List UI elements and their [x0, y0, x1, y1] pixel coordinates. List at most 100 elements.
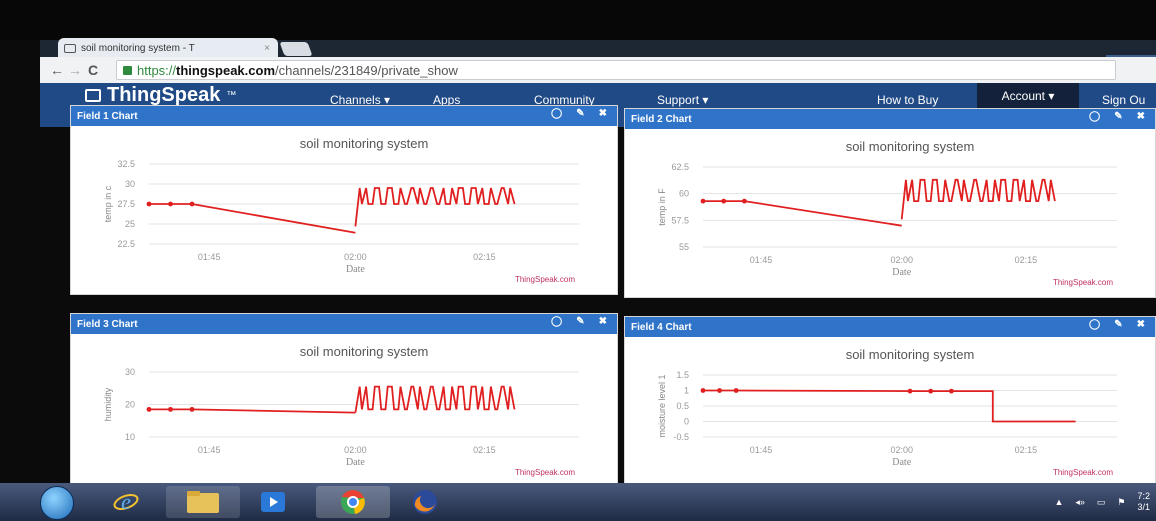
data-point	[168, 406, 173, 412]
x-tick-label: 02:15	[1015, 255, 1038, 265]
edit-icon[interactable]: ✎	[576, 108, 584, 119]
y-tick-label: 55	[679, 242, 689, 252]
close-icon[interactable]: ✖	[599, 108, 607, 119]
panel-title: Field 3 Chart	[77, 318, 138, 330]
comment-icon[interactable]: ◯	[1089, 319, 1100, 330]
nav-how-to-buy[interactable]: How to Buy	[877, 93, 938, 107]
comment-icon[interactable]: ◯	[551, 316, 562, 327]
clock-date: 3/1	[1137, 502, 1150, 512]
back-icon[interactable]: ←	[48, 62, 66, 78]
new-tab-button[interactable]	[279, 42, 313, 56]
close-icon[interactable]: ✖	[1137, 319, 1145, 330]
close-icon[interactable]: ✖	[599, 316, 607, 327]
media-player-icon[interactable]	[250, 486, 296, 518]
comment-icon[interactable]: ◯	[1089, 111, 1100, 122]
y-axis-label: moisture level 1	[657, 374, 667, 437]
y-tick-label: 22.5	[117, 239, 135, 249]
series-line	[703, 200, 902, 227]
clock-time: 7:2	[1137, 491, 1150, 501]
panel-title: Field 1 Chart	[77, 110, 138, 122]
chart-credit: ThingSpeak.com	[515, 468, 575, 477]
screen-bezel	[0, 0, 1156, 40]
firefox-icon[interactable]	[402, 486, 448, 518]
network-icon[interactable]: ▭	[1097, 497, 1106, 508]
series-line	[354, 187, 516, 227]
data-point	[928, 388, 934, 394]
series-line	[354, 385, 516, 413]
tab-close-button[interactable]: ×	[264, 43, 270, 54]
y-tick-label: 62.5	[671, 162, 689, 172]
browser-tab[interactable]: soil monitoring system - T ×	[58, 38, 278, 58]
chart-title: soil monitoring system	[300, 136, 429, 151]
edit-icon[interactable]: ✎	[1114, 111, 1122, 122]
y-tick-label: 0	[684, 417, 689, 427]
data-point	[700, 388, 706, 393]
data-point	[146, 201, 152, 207]
y-tick-label: 1	[684, 386, 689, 396]
data-point	[700, 198, 706, 204]
x-axis-label: Date	[346, 457, 365, 468]
y-tick-label: 30	[125, 179, 135, 189]
x-tick-label: 01:45	[198, 445, 221, 455]
data-point	[189, 406, 195, 412]
comment-icon[interactable]: ◯	[551, 108, 562, 119]
field-3-panel: Field 3 Chart ◯ ✎ ✖ soil monitoring system…	[70, 313, 618, 488]
nav-support[interactable]: Support ▾	[657, 93, 708, 107]
y-tick-label: 27.5	[117, 199, 135, 209]
forward-icon[interactable]: →	[66, 62, 84, 78]
chrome-icon[interactable]	[316, 486, 390, 518]
reload-icon[interactable]: C	[84, 62, 102, 78]
x-tick-label: 02:00	[890, 445, 913, 455]
y-tick-label: 25	[125, 219, 135, 229]
x-tick-label: 02:15	[1015, 445, 1038, 455]
edit-icon[interactable]: ✎	[576, 316, 584, 327]
tab-title: soil monitoring system - T	[81, 42, 195, 54]
y-axis-label: temp in F	[657, 188, 667, 226]
field-1-chart: soil monitoring system 32.5 30 27.5 25 22.5 te…	[103, 136, 579, 284]
data-point	[189, 201, 195, 207]
chart-title: soil monitoring system	[300, 344, 429, 359]
internet-explorer-icon[interactable]: e	[103, 486, 149, 518]
data-point	[168, 201, 173, 207]
account-menu[interactable]: Account ▾	[977, 83, 1079, 109]
sign-out-link[interactable]: Sign Ou	[1102, 93, 1145, 107]
chart-title: soil monitoring system	[846, 347, 975, 362]
panel-header: Field 3 Chart ◯ ✎ ✖	[71, 314, 617, 334]
y-tick-label: -0.5	[673, 432, 689, 442]
series-line	[900, 178, 1056, 220]
field-3-chart: soil monitoring system 30 20 10 humidity 01:4…	[103, 344, 579, 477]
address-bar[interactable]: https:// thingspeak.com /channels/231849…	[116, 60, 1116, 80]
y-tick-label: 32.5	[117, 159, 135, 169]
tray-arrow-icon[interactable]: ▲	[1054, 497, 1063, 507]
panel-header: Field 4 Chart ◯ ✎ ✖	[625, 317, 1155, 337]
x-tick-label: 02:00	[344, 252, 367, 262]
x-tick-label: 01:45	[750, 255, 773, 265]
data-point	[949, 388, 954, 394]
y-tick-label: 20	[125, 400, 135, 410]
flag-icon[interactable]: ⚑	[1117, 497, 1125, 508]
series-line	[149, 408, 356, 414]
system-tray: ▲ ◂» ▭ ⚑ 7:2 3/1	[1054, 487, 1156, 517]
data-point	[721, 198, 727, 204]
y-axis-label: temp in c	[103, 185, 113, 222]
close-icon[interactable]: ✖	[1137, 111, 1145, 122]
chart-credit: ThingSpeak.com	[1053, 468, 1113, 477]
edit-icon[interactable]: ✎	[1114, 319, 1122, 330]
field-2-panel: Field 2 Chart ◯ ✎ ✖ soil monitoring system…	[624, 108, 1156, 298]
clock[interactable]: 7:2 3/1	[1137, 491, 1150, 513]
y-tick-label: 1.5	[676, 370, 689, 380]
windows-start-icon[interactable]	[40, 486, 74, 520]
x-tick-label: 01:45	[750, 445, 773, 455]
x-tick-label: 02:15	[473, 445, 496, 455]
y-axis-label: humidity	[103, 387, 113, 421]
y-tick-label: 0.5	[676, 401, 689, 411]
speaker-icon[interactable]: ◂»	[1075, 497, 1085, 508]
x-tick-label: 02:00	[890, 255, 913, 265]
thingspeak-logo[interactable]: ThingSpeak ™	[85, 84, 236, 107]
chart-credit: ThingSpeak.com	[1053, 278, 1113, 287]
x-axis-label: Date	[892, 267, 911, 278]
url-path: /channels/231849/private_show	[275, 62, 458, 78]
browser-toolbar: ← → C https:// thingspeak.com /channels/…	[40, 57, 1156, 83]
file-explorer-icon[interactable]	[166, 486, 240, 518]
field-4-chart: soil monitoring system 1.5 1 0.5 0 -0.5 moistu…	[657, 347, 1117, 477]
